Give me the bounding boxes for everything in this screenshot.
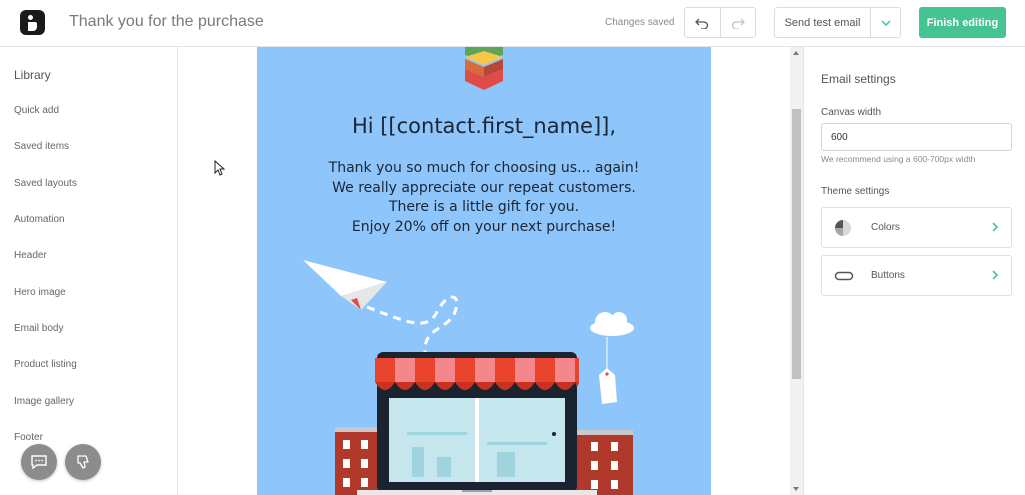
cloud-icon	[590, 312, 634, 336]
undo-redo-group	[684, 7, 756, 38]
redo-button[interactable]	[719, 8, 756, 37]
hero-illustration	[303, 260, 634, 495]
settings-title: Email settings	[821, 72, 896, 86]
scroll-down-arrow[interactable]	[793, 487, 799, 491]
email-preview[interactable]: Hi [[contact.first_name]], Thank you so …	[257, 47, 711, 495]
theme-buttons-label: Buttons	[871, 270, 905, 281]
undo-button[interactable]	[685, 8, 720, 37]
chevron-right-icon	[992, 222, 999, 232]
email-line: There is a little gift for you.	[388, 199, 580, 215]
canvas-width-label: Canvas width	[821, 107, 882, 118]
feedback-button[interactable]	[65, 444, 101, 480]
library-item-product-listing[interactable]: Product listing	[14, 359, 77, 370]
email-body-text[interactable]: Thank you so much for choosing us... aga…	[257, 159, 711, 237]
chevron-right-icon	[992, 270, 999, 280]
theme-colors-row[interactable]: Colors	[821, 207, 1012, 248]
app-logo-icon[interactable]	[20, 10, 45, 35]
chat-button[interactable]	[21, 444, 57, 480]
canvas-width-input[interactable]	[821, 123, 1012, 151]
chat-icon	[31, 455, 47, 470]
chevron-down-icon	[880, 19, 891, 26]
library-item-saved-items[interactable]: Saved items	[14, 141, 69, 152]
email-line: We really appreciate our repeat customer…	[332, 179, 636, 196]
library-item-email-body[interactable]: Email body	[14, 323, 63, 334]
library-item-hero-image[interactable]: Hero image	[14, 287, 66, 298]
canvas-scrollbar[interactable]	[790, 47, 803, 495]
email-greeting[interactable]: Hi [[contact.first_name]],	[257, 114, 711, 138]
save-status: Changes saved	[605, 17, 675, 28]
library-item-saved-layouts[interactable]: Saved layouts	[14, 178, 77, 189]
email-line: Thank you so much for choosing us... aga…	[328, 160, 640, 176]
email-title[interactable]: Thank you for the purchase	[69, 13, 264, 31]
library-panel: Library Quick add Saved items Saved layo…	[0, 47, 178, 495]
theme-colors-label: Colors	[871, 222, 900, 233]
scroll-up-arrow[interactable]	[793, 51, 799, 55]
theme-settings-label: Theme settings	[821, 186, 890, 197]
email-canvas-area: Hi [[contact.first_name]], Thank you so …	[178, 47, 790, 495]
email-settings-panel: Email settings Canvas width We recommend…	[803, 47, 1025, 495]
mouse-cursor-icon	[214, 160, 226, 176]
library-item-header[interactable]: Header	[14, 250, 47, 261]
button-shape-icon	[834, 271, 854, 281]
brand-logo-icon	[465, 47, 503, 90]
email-line: Enjoy 20% off on your next purchase!	[351, 218, 617, 235]
redo-icon	[731, 18, 745, 29]
library-item-quick-add[interactable]: Quick add	[14, 105, 59, 116]
library-item-footer[interactable]: Footer	[14, 432, 43, 443]
send-test-email-group: Send test email	[774, 7, 901, 38]
finish-editing-button[interactable]: Finish editing	[919, 7, 1006, 38]
scroll-thumb[interactable]	[792, 109, 801, 379]
top-bar: Thank you for the purchase Changes saved…	[0, 0, 1025, 47]
palette-icon	[835, 220, 851, 236]
theme-buttons-row[interactable]: Buttons	[821, 255, 1012, 296]
library-item-image-gallery[interactable]: Image gallery	[14, 396, 74, 407]
thumbs-down-icon	[77, 455, 89, 469]
library-title: Library	[14, 68, 51, 82]
send-test-options-button[interactable]	[870, 8, 900, 37]
canvas-width-hint: We recommend using a 600-700px width	[821, 154, 976, 164]
undo-icon	[695, 18, 709, 29]
send-test-email-button[interactable]: Send test email	[775, 8, 870, 37]
library-item-automation[interactable]: Automation	[14, 214, 65, 225]
